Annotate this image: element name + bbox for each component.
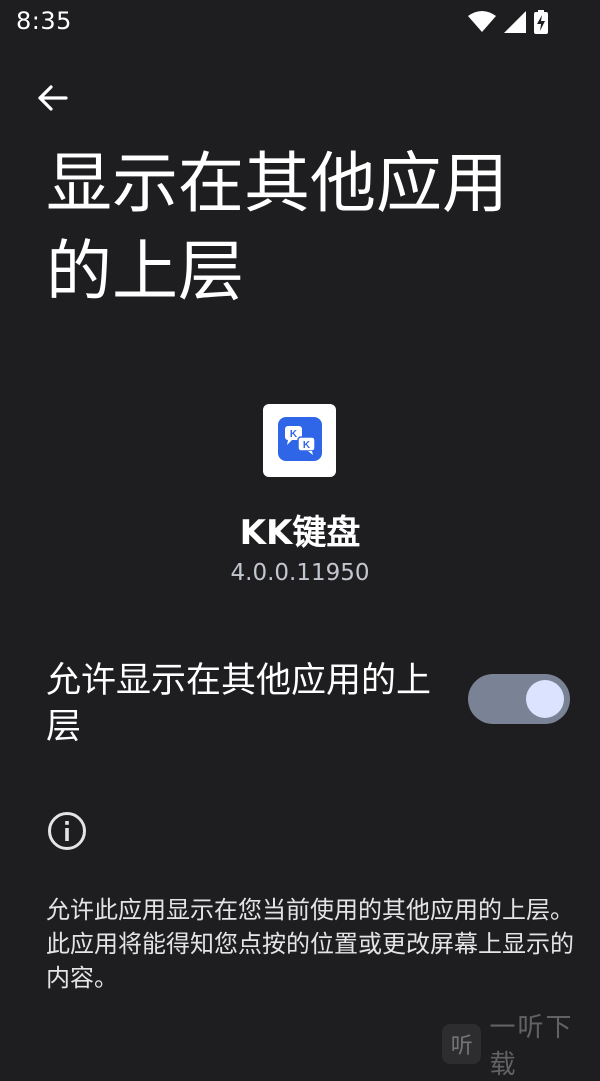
app-icon: K K [263, 404, 336, 477]
status-bar: 8:35 [0, 0, 600, 46]
info-icon [46, 810, 88, 852]
watermark-logo: 听 [442, 1024, 482, 1064]
toggle-thumb [526, 680, 564, 718]
wifi-icon [468, 11, 496, 33]
status-time: 8:35 [16, 7, 72, 35]
svg-text:K: K [289, 429, 297, 440]
cellular-signal-icon [504, 11, 526, 33]
arrow-left-icon [36, 84, 68, 116]
battery-charging-icon [534, 10, 548, 34]
app-version: 4.0.0.11950 [230, 560, 370, 586]
permission-description: 允许此应用显示在您当前使用的其他应用的上层。此应用将能得知您点按的位置或更改屏幕… [46, 896, 574, 992]
page-title: 显示在其他应用的上层 [46, 145, 508, 310]
permission-label: 允许显示在其他应用的上层 [46, 661, 432, 747]
permission-row[interactable]: 允许显示在其他应用的上层 [0, 650, 600, 760]
svg-text:K: K [302, 440, 310, 451]
kk-keyboard-app-icon: K K [277, 416, 322, 465]
watermark-text: 一听下载 [489, 1013, 574, 1080]
watermark: 听 一听下载 [442, 1013, 600, 1080]
app-name: KK键盘 [239, 513, 361, 553]
back-button[interactable] [30, 78, 74, 122]
overlay-permission-toggle[interactable] [468, 674, 570, 724]
status-icons [468, 10, 548, 34]
